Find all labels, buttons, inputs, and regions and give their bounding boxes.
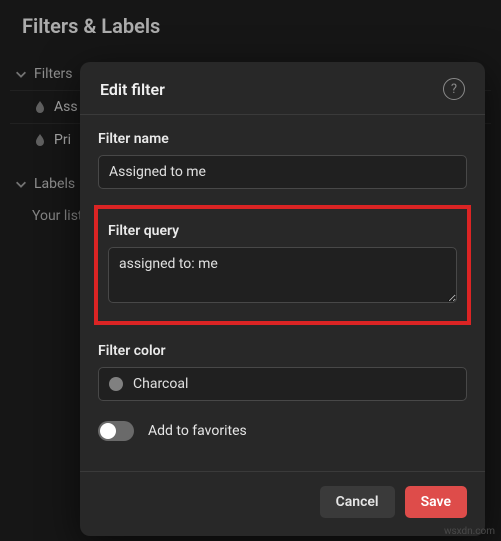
favorites-label: Add to favorites (148, 423, 247, 439)
modal-header: Edit filter ? (80, 62, 485, 115)
query-highlight-box: Filter query (94, 205, 471, 325)
filter-color-select[interactable]: Charcoal (98, 367, 467, 401)
color-swatch-icon (109, 377, 123, 391)
favorites-toggle[interactable] (98, 421, 134, 441)
modal-title: Edit filter (100, 80, 165, 99)
save-button[interactable]: Save (405, 486, 467, 518)
color-name-text: Charcoal (133, 376, 456, 392)
edit-filter-modal: Edit filter ? Filter name Filter query F… (80, 62, 485, 536)
filter-query-input[interactable] (108, 247, 457, 303)
filter-query-label: Filter query (108, 223, 457, 239)
filter-name-label: Filter name (98, 131, 467, 147)
filter-name-input[interactable] (98, 155, 467, 189)
modal-footer: Cancel Save (80, 471, 485, 536)
toggle-knob-icon (100, 423, 116, 439)
filter-color-label: Filter color (98, 343, 467, 359)
cancel-button[interactable]: Cancel (320, 486, 395, 518)
help-icon[interactable]: ? (443, 78, 465, 100)
watermark-text: wsxdn.com (444, 526, 495, 537)
